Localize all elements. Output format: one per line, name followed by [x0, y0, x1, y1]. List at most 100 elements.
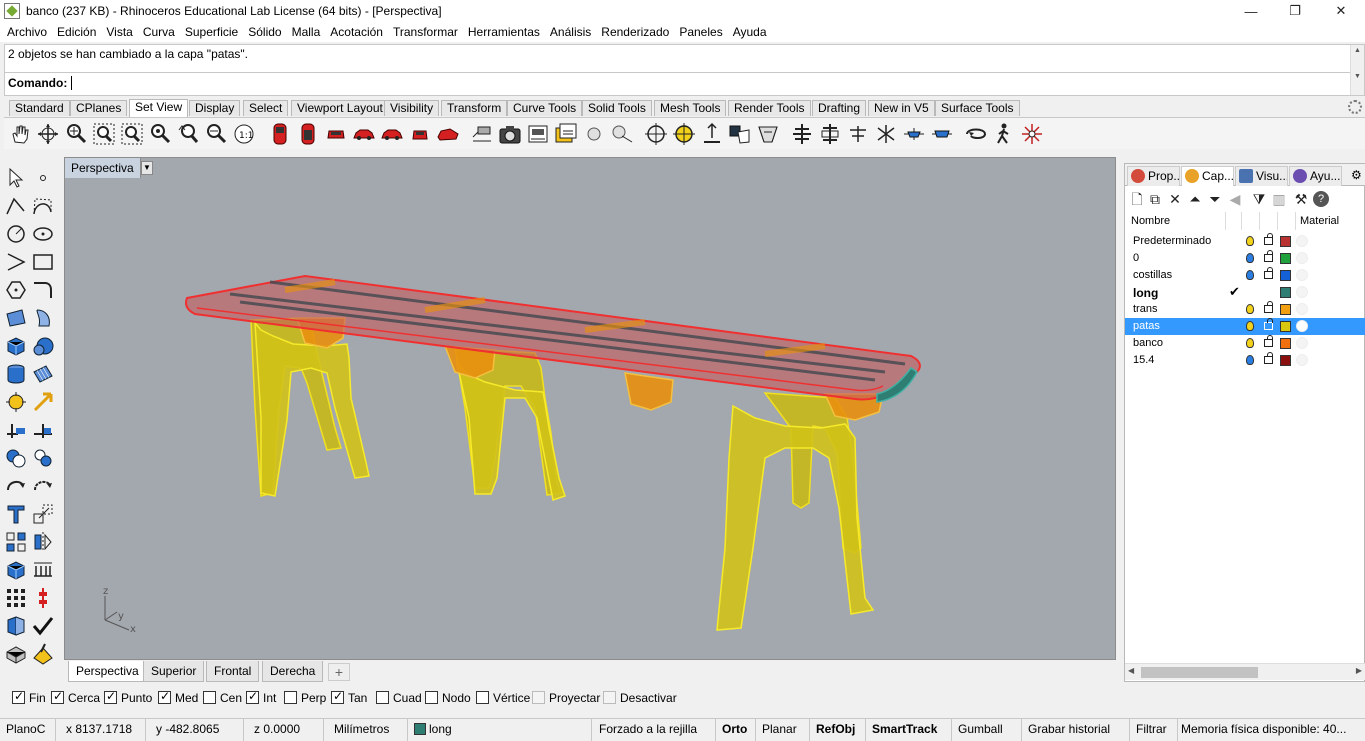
- osnap-checkbox[interactable]: [246, 689, 259, 704]
- layer-material-icon[interactable]: [1296, 286, 1308, 298]
- menu-analisis[interactable]: Análisis: [545, 25, 596, 39]
- close-button[interactable]: ✕: [1318, 0, 1364, 22]
- osnap-perp[interactable]: Perp: [284, 691, 326, 705]
- layer-settings-hammer-icon[interactable]: ⚒: [1293, 191, 1309, 207]
- status-layer[interactable]: long: [408, 719, 592, 741]
- render-icon[interactable]: [31, 642, 55, 666]
- osnap-checkbox[interactable]: [12, 689, 25, 704]
- mesh-plane-icon[interactable]: [31, 362, 55, 386]
- tab-curve-tools[interactable]: Curve Tools: [507, 100, 583, 116]
- parallel-view-icon[interactable]: [728, 122, 752, 146]
- visibility-bulb-icon[interactable]: [1246, 338, 1254, 348]
- plane-view-icon[interactable]: [902, 122, 926, 146]
- toolbar-options-gear-icon[interactable]: [1348, 100, 1362, 114]
- osnap-cuad[interactable]: Cuad: [376, 691, 422, 705]
- osnap-checkbox[interactable]: [603, 691, 616, 704]
- osnap-checkbox[interactable]: [284, 691, 297, 704]
- car-right-icon[interactable]: [408, 122, 432, 146]
- rectangle-icon[interactable]: [31, 250, 55, 274]
- turntable-icon[interactable]: [964, 122, 988, 146]
- layer-material-icon[interactable]: [1296, 252, 1308, 264]
- layer-row[interactable]: Predeterminado: [1125, 233, 1365, 250]
- tab-select[interactable]: Select: [243, 100, 289, 116]
- rotate-3d-icon[interactable]: [31, 474, 55, 498]
- lock-icon[interactable]: [1264, 267, 1273, 279]
- status-smarttrack[interactable]: SmartTrack: [866, 719, 952, 741]
- layer-row[interactable]: banco: [1125, 335, 1365, 352]
- layer-color-swatch[interactable]: [1280, 321, 1291, 332]
- layer-list-scrollbar[interactable]: ◀ ▶: [1125, 663, 1365, 680]
- layer-name[interactable]: patas: [1133, 320, 1160, 332]
- target-icon[interactable]: [644, 122, 668, 146]
- set-camera-target-icon[interactable]: [470, 122, 494, 146]
- lock-icon[interactable]: [1264, 233, 1273, 245]
- osnap-punto[interactable]: Punto: [104, 689, 152, 705]
- menu-vista[interactable]: Vista: [101, 25, 137, 39]
- car-back-icon[interactable]: [352, 122, 376, 146]
- cylinder-icon[interactable]: [4, 362, 28, 386]
- tab-drafting[interactable]: Drafting: [812, 100, 867, 116]
- boolean-split-icon[interactable]: [31, 446, 55, 470]
- plane-view-alt-icon[interactable]: [930, 122, 954, 146]
- perspective-viewport[interactable]: Perspectiva ▼ z y x: [64, 157, 1116, 660]
- menu-edicion[interactable]: Edición: [52, 25, 101, 39]
- car-front-icon[interactable]: [324, 122, 348, 146]
- layer-color-swatch[interactable]: [1280, 253, 1291, 264]
- zoom-out-icon[interactable]: [204, 122, 228, 146]
- vtab-perspectiva[interactable]: Perspectiva: [68, 661, 147, 682]
- sphere-icon[interactable]: [31, 334, 55, 358]
- menu-renderizado[interactable]: Renderizado: [596, 25, 674, 39]
- ground-plane-icon[interactable]: [874, 122, 898, 146]
- scroll-thumb[interactable]: [1141, 667, 1258, 678]
- place-camera-icon[interactable]: [610, 122, 634, 146]
- menu-herramientas[interactable]: Herramientas: [463, 25, 545, 39]
- camera-lens-icon[interactable]: [268, 122, 292, 146]
- layer-row[interactable]: 0: [1125, 250, 1365, 267]
- command-input[interactable]: [71, 76, 72, 90]
- camera-lens-alt-icon[interactable]: [296, 122, 320, 146]
- osnap-checkbox[interactable]: [476, 691, 489, 704]
- osnap-int[interactable]: Int: [246, 689, 276, 705]
- visibility-bulb-icon[interactable]: [1246, 253, 1254, 263]
- osnap-checkbox[interactable]: [51, 689, 64, 704]
- dimension-icon[interactable]: [31, 558, 55, 582]
- layer-material-icon[interactable]: [1296, 303, 1308, 315]
- layer-name[interactable]: 15.4: [1133, 354, 1154, 366]
- osnap-fin[interactable]: Fin: [12, 689, 46, 705]
- status-refobj[interactable]: RefObj: [810, 719, 866, 741]
- solid-edit-icon[interactable]: [4, 642, 28, 666]
- layer-name[interactable]: long: [1133, 286, 1158, 300]
- named-views-icon[interactable]: [526, 122, 550, 146]
- circle-icon[interactable]: [4, 222, 28, 246]
- lock-icon[interactable]: [1264, 301, 1273, 313]
- osnap-checkbox[interactable]: [331, 689, 344, 704]
- layer-row[interactable]: 15.4: [1125, 352, 1365, 369]
- osnap-checkbox[interactable]: [425, 691, 438, 704]
- move-layer-down-icon[interactable]: ⏷: [1207, 191, 1223, 207]
- layer-material-icon[interactable]: [1296, 269, 1308, 281]
- layer-name-header[interactable]: Nombre: [1131, 215, 1170, 227]
- layer-color-swatch[interactable]: [1280, 338, 1291, 349]
- box-icon[interactable]: [4, 334, 28, 358]
- panel-options-gear-icon[interactable]: ⚙: [1351, 168, 1362, 182]
- layer-material-icon[interactable]: [1296, 337, 1308, 349]
- visibility-bulb-icon[interactable]: [1246, 236, 1254, 246]
- osnap-checkbox[interactable]: [376, 691, 389, 704]
- explode-icon[interactable]: [4, 390, 28, 414]
- lock-icon[interactable]: [1264, 352, 1273, 364]
- add-viewport-button[interactable]: +: [328, 663, 350, 681]
- lock-icon[interactable]: [1264, 250, 1273, 262]
- tab-mesh-tools[interactable]: Mesh Tools: [654, 100, 727, 116]
- layer-color-swatch[interactable]: [1280, 355, 1291, 366]
- visibility-bulb-icon[interactable]: [1246, 304, 1254, 314]
- layer-row[interactable]: trans: [1125, 301, 1365, 318]
- point-icon[interactable]: [31, 166, 55, 190]
- zoom-selected-icon[interactable]: [148, 122, 172, 146]
- panel-tab-help[interactable]: Ayu...: [1289, 166, 1342, 186]
- layer-help-icon[interactable]: ?: [1313, 191, 1329, 207]
- visibility-bulb-icon[interactable]: [1246, 321, 1254, 331]
- layer-tools-icon[interactable]: ▥: [1271, 191, 1287, 207]
- panel-tab-properties[interactable]: Prop...: [1127, 166, 1180, 186]
- new-layer-icon[interactable]: 🗋: [1129, 191, 1145, 207]
- osnap-tan[interactable]: Tan: [331, 689, 367, 705]
